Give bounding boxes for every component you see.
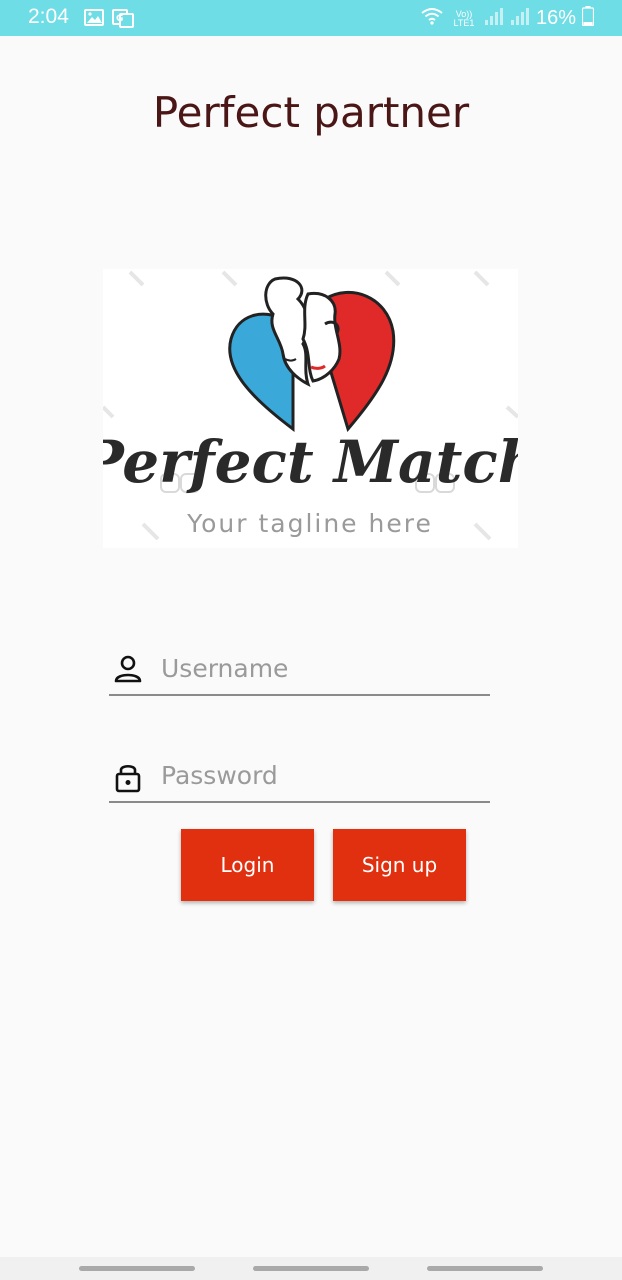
app-logo: Perfect Match Your tagline here <box>103 269 518 548</box>
translate-notification-icon: G <box>112 9 134 28</box>
signal-icon <box>484 7 504 30</box>
username-input[interactable] <box>161 650 481 686</box>
logo-brand-name: Perfect Match <box>103 428 518 496</box>
home-button[interactable] <box>253 1266 369 1271</box>
page-title: Perfect partner <box>152 88 470 137</box>
login-button[interactable]: Login <box>181 829 314 901</box>
logo-tagline: Your tagline here <box>186 509 433 538</box>
recent-apps-button[interactable] <box>79 1266 195 1271</box>
back-button[interactable] <box>427 1266 543 1271</box>
logo-artwork: Perfect Match Your tagline here <box>103 270 518 541</box>
signup-button[interactable]: Sign up <box>333 829 466 901</box>
status-indicators: Vo)) LTE1 16% <box>420 6 595 31</box>
person-icon <box>114 654 142 684</box>
lte-label: Vo)) LTE1 <box>453 8 475 28</box>
password-field[interactable] <box>109 749 490 803</box>
password-input[interactable] <box>161 757 481 793</box>
status-time: 2:04 <box>28 5 69 28</box>
signal-icon-2 <box>510 7 530 30</box>
navigation-bar <box>0 1257 622 1280</box>
battery-percentage: 16% <box>535 7 576 29</box>
username-field[interactable] <box>109 642 490 696</box>
gallery-notification-icon <box>84 9 104 26</box>
login-screen: 2:04 G Vo)) LTE1 16% Perfect partner Per… <box>0 0 622 1280</box>
wifi-icon <box>420 6 444 31</box>
battery-icon <box>581 6 595 31</box>
svg-text:G: G <box>116 14 123 24</box>
lock-icon <box>114 761 142 793</box>
status-bar: 2:04 G Vo)) LTE1 16% <box>0 0 622 36</box>
